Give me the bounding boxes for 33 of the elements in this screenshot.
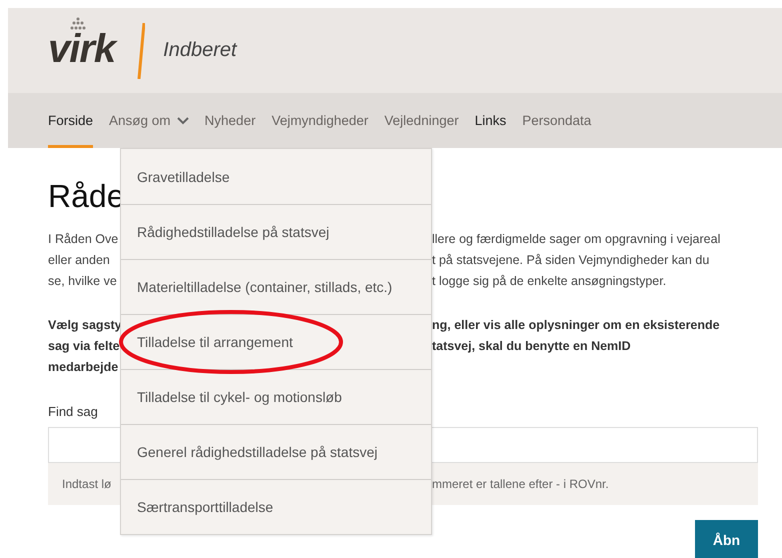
divider-slash-icon [137, 22, 146, 78]
intro-text: I Råden Ove [48, 231, 118, 248]
open-button[interactable]: Åbn [695, 520, 758, 558]
menu-item[interactable]: Rådighedstilladelse på statsvej [121, 204, 431, 259]
chevron-down-icon [176, 116, 189, 124]
intro-text: t logge sig på de enkelte ansøgningstyper. [432, 273, 666, 290]
instruction-text: tatsvej, skal du benytte en NemID [432, 338, 631, 355]
intro-text: t på statsvejene. På siden Vejmyndigheder kan du [432, 252, 710, 269]
nav-tab[interactable]: Forside [48, 93, 94, 148]
nav-tab[interactable]: Links [474, 93, 506, 148]
find-label: Find sag [48, 404, 99, 419]
instruction-text: sag via felte [48, 338, 120, 355]
hint-text: Indtast lø [62, 477, 112, 491]
nav-tab[interactable]: Nyheder [204, 93, 256, 148]
intro-text: llere og færdigmelde sager om opgravning i vejareal [432, 231, 720, 248]
dots-icon [70, 16, 86, 30]
instruction-text: Vælg sagsty [48, 317, 122, 334]
instruction-text: ng, eller vis alle oplysninger om en eksisterende [432, 317, 720, 334]
nav-tab[interactable]: Persondata [522, 93, 592, 148]
app-name: Indberet [163, 39, 237, 62]
hint-text: mmeret er tallene efter - i ROVnr. [432, 477, 609, 491]
menu-item[interactable]: Generel rådighedstilladelse på statsvej [121, 424, 431, 479]
nav-tab[interactable]: Ansøg om [109, 93, 189, 148]
logo[interactable]: virk [48, 28, 116, 68]
menu-item[interactable]: Materieltilladelse (container, stillads, etc.) [121, 259, 431, 314]
menu-item[interactable]: Tilladelse til arrangement [121, 314, 431, 369]
intro-text: eller anden [48, 252, 110, 269]
menu-item[interactable]: Særtransporttilladelse [121, 479, 431, 534]
nav-tab[interactable]: Vejledninger [384, 93, 459, 148]
menu-item[interactable]: Tilladelse til cykel- og motionsløb [121, 369, 431, 424]
intro-text: se, hvilke ve [48, 273, 117, 290]
instruction-text: medarbejde [48, 359, 118, 376]
nav-tab[interactable]: Vejmyndigheder [272, 93, 368, 148]
